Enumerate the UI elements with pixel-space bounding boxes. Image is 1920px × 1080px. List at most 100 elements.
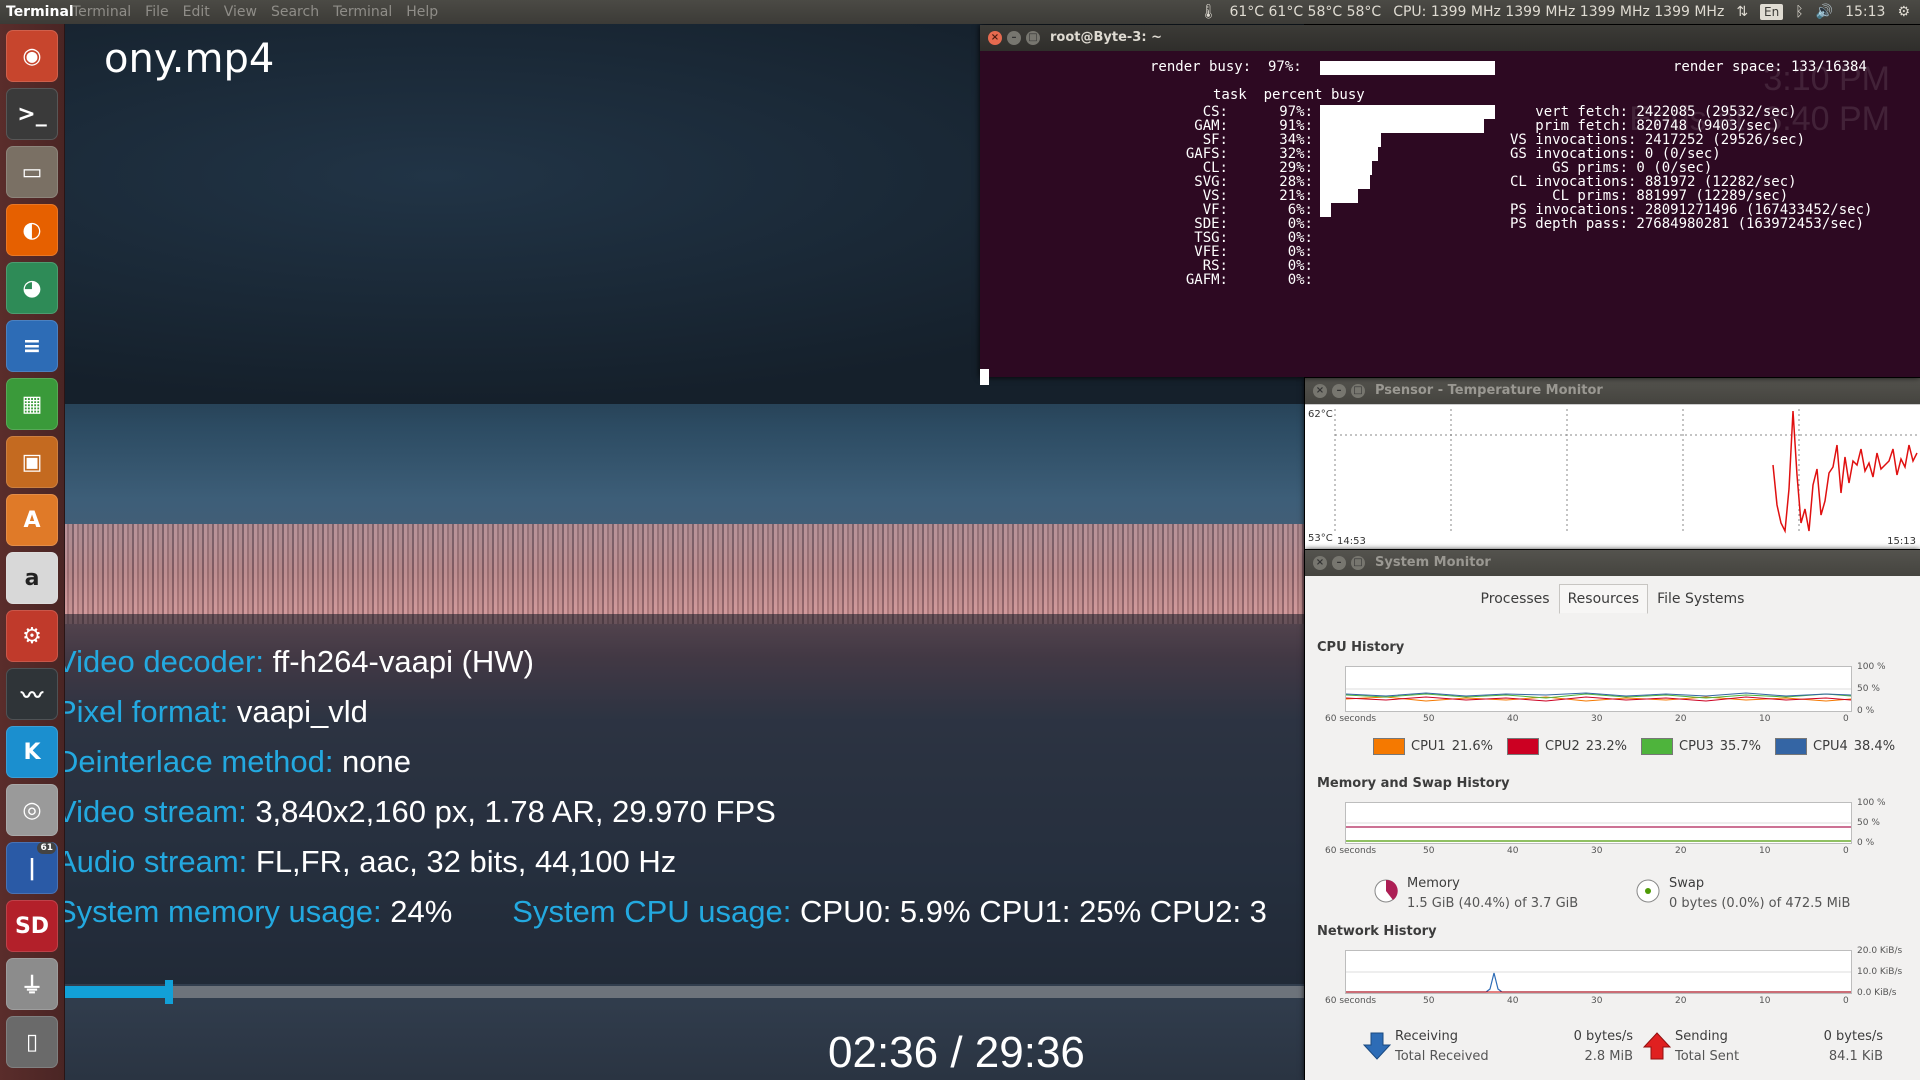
receiving-line (1346, 972, 1851, 993)
launcher-usb-icon[interactable]: ⏚ (6, 958, 58, 1010)
network-history-graph (1345, 950, 1852, 994)
menu-terminal[interactable]: Terminal (333, 0, 392, 24)
task-busy-bar (1320, 105, 1495, 119)
clock[interactable]: 15:13 (1845, 0, 1885, 24)
launcher-kodi-icon[interactable]: K (6, 726, 58, 778)
menu-help[interactable]: Help (406, 0, 438, 24)
terminal-cursor (980, 369, 989, 385)
cpu-label: CPU3 (1679, 739, 1714, 754)
seek-bar-knob[interactable] (165, 980, 173, 1004)
close-icon[interactable]: × (988, 31, 1002, 45)
terminal-window[interactable]: × – □ root@Byte-3: ~ 3:10 PM Ends at: 3:… (980, 25, 1920, 385)
psensor-window[interactable]: × – □ Psensor - Temperature Monitor 62°C… (1305, 378, 1920, 549)
maximize-icon[interactable]: □ (1026, 31, 1040, 45)
launcher-firefox-icon[interactable]: ◐ (6, 204, 58, 256)
y-tick-label: 50 % (1857, 818, 1880, 828)
minimize-icon[interactable]: – (1332, 556, 1346, 570)
cpu-color-swatch[interactable] (1507, 738, 1540, 755)
launcher-software-center-icon[interactable]: A (6, 494, 58, 546)
launcher-system-monitor-icon[interactable]: 〰 (6, 668, 58, 720)
active-app-title: Terminal (6, 4, 74, 20)
task-percent: 0%: (1287, 272, 1313, 288)
receiving-rate: 0 bytes/s (1573, 1029, 1633, 1044)
launcher-glyph: K (23, 739, 41, 765)
launcher-files-icon[interactable]: ▭ (6, 146, 58, 198)
render-busy-label: render busy: 97%: (1150, 59, 1302, 75)
cpu-color-swatch[interactable] (1775, 738, 1808, 755)
launcher-chrome-icon[interactable]: ◕ (6, 262, 58, 314)
launcher-settings-icon[interactable]: ⚙ (6, 610, 58, 662)
task-busy-bar (1320, 161, 1372, 175)
menu-view[interactable]: View (224, 0, 257, 24)
system-monitor-window[interactable]: × – □ System Monitor Processes Resources F… (1305, 550, 1920, 1080)
y-tick-label: 10.0 KiB/s (1857, 967, 1903, 977)
launcher-sd-card-icon[interactable]: SD (6, 900, 58, 952)
cpu-history-svg (1346, 688, 1851, 702)
launcher: ◉ >_ ▭ ◐ ◕ ≡ ▦ ▣ Aa ⚙ 〰 K ◎ | 61 SD ⏚ ▯ (0, 24, 65, 1080)
task-header: task percent busy (1213, 87, 1365, 103)
menu-file[interactable]: File (145, 0, 168, 24)
launcher-writer-icon[interactable]: ≡ (6, 320, 58, 372)
launcher-camera-icon[interactable]: ◎ (6, 784, 58, 836)
launcher-glyph: | (27, 855, 37, 881)
terminal-titlebar[interactable]: × – □ root@Byte-3: ~ (980, 25, 1920, 51)
x-tick-label: 50 (1423, 996, 1435, 1006)
sysmon-titlebar[interactable]: × – □ System Monitor (1305, 550, 1920, 576)
keyboard-layout-indicator[interactable]: En (1760, 4, 1784, 20)
sysmon-tabs: Processes Resources File Systems (1305, 584, 1920, 614)
launcher-trash-icon[interactable]: ▯ (6, 1016, 58, 1068)
osd-value: FL,FR, aac, 32 bits, 44,100 Hz (247, 844, 677, 879)
launcher-calc-icon[interactable]: ▦ (6, 378, 58, 430)
launcher-thermometer-icon[interactable]: | 61 (6, 842, 58, 894)
menu-terminal[interactable]: Terminal (72, 0, 131, 24)
launcher-terminal-icon[interactable]: >_ (6, 88, 58, 140)
x-tick-label: 40 (1507, 714, 1519, 724)
tab-file-systems[interactable]: File Systems (1648, 584, 1753, 614)
launcher-glyph: ◐ (22, 217, 42, 243)
task-busy-bar (1320, 147, 1378, 161)
seek-bar[interactable] (64, 980, 1304, 1004)
top-panel: Terminal Terminal File Edit View Search Termi… (0, 0, 1920, 24)
menu-search[interactable]: Search (271, 0, 319, 24)
network-history-heading: Network History (1317, 924, 1437, 939)
gear-icon[interactable]: ⚙ (1897, 0, 1910, 24)
x-tick-label: 10 (1759, 996, 1771, 1006)
cpu-color-swatch[interactable] (1373, 738, 1405, 755)
close-icon[interactable]: × (1313, 556, 1327, 570)
sending-info: Sending Total Sent (1643, 1027, 1739, 1067)
network-arrows-icon[interactable]: ⇅ (1736, 0, 1748, 24)
bluetooth-icon[interactable]: ᛒ (1795, 0, 1803, 24)
cpu-legend-item: CPU4 38.4% (1775, 738, 1895, 755)
maximize-icon[interactable]: □ (1351, 384, 1365, 398)
maximize-icon[interactable]: □ (1351, 556, 1365, 570)
cpu-color-swatch[interactable] (1641, 738, 1674, 755)
launcher-amazon-icon[interactable]: a (6, 552, 58, 604)
tab-resources[interactable]: Resources (1558, 584, 1649, 614)
launcher-glyph: >_ (17, 101, 47, 127)
receiving-arrow-icon (1363, 1032, 1391, 1060)
temperature-indicator[interactable]: 61°C 61°C 58°C 58°C (1229, 0, 1381, 24)
minimize-icon[interactable]: – (1007, 31, 1021, 45)
thermometer-icon[interactable]: 🌡 (1200, 0, 1218, 24)
volume-icon[interactable]: 🔊 (1816, 0, 1833, 24)
launcher-ubuntu-dash-icon[interactable]: ◉ (6, 30, 58, 82)
minimize-icon[interactable]: – (1332, 384, 1346, 398)
launcher-impress-icon[interactable]: ▣ (6, 436, 58, 488)
menu-edit[interactable]: Edit (183, 0, 210, 24)
render-stat: PS depth pass: 27684980281 (163972453/se… (1510, 216, 1865, 232)
launcher-glyph: ◉ (22, 43, 42, 69)
cpu-label: CPU1 (1411, 739, 1446, 754)
cpu-value: 38.4% (1853, 739, 1896, 754)
launcher-glyph: ≡ (22, 333, 42, 359)
launcher-glyph: ▭ (21, 159, 43, 185)
close-icon[interactable]: × (1313, 384, 1327, 398)
osd-line-system: System memory usage: 24% System CPU usage… (64, 894, 1267, 930)
tab-processes[interactable]: Processes (1472, 584, 1559, 614)
osd-value: none (333, 744, 412, 779)
task-name: GAFM: (1185, 272, 1228, 288)
x-tick-label: 60 seconds (1325, 846, 1377, 856)
launcher-glyph: ▯ (25, 1029, 39, 1055)
psensor-titlebar[interactable]: × – □ Psensor - Temperature Monitor (1305, 378, 1920, 404)
cpu-frequency-indicator[interactable]: CPU: 1399 MHz 1399 MHz 1399 MHz 1399 MHz (1393, 0, 1724, 24)
total-sent: 84.1 KiB (1828, 1049, 1883, 1064)
